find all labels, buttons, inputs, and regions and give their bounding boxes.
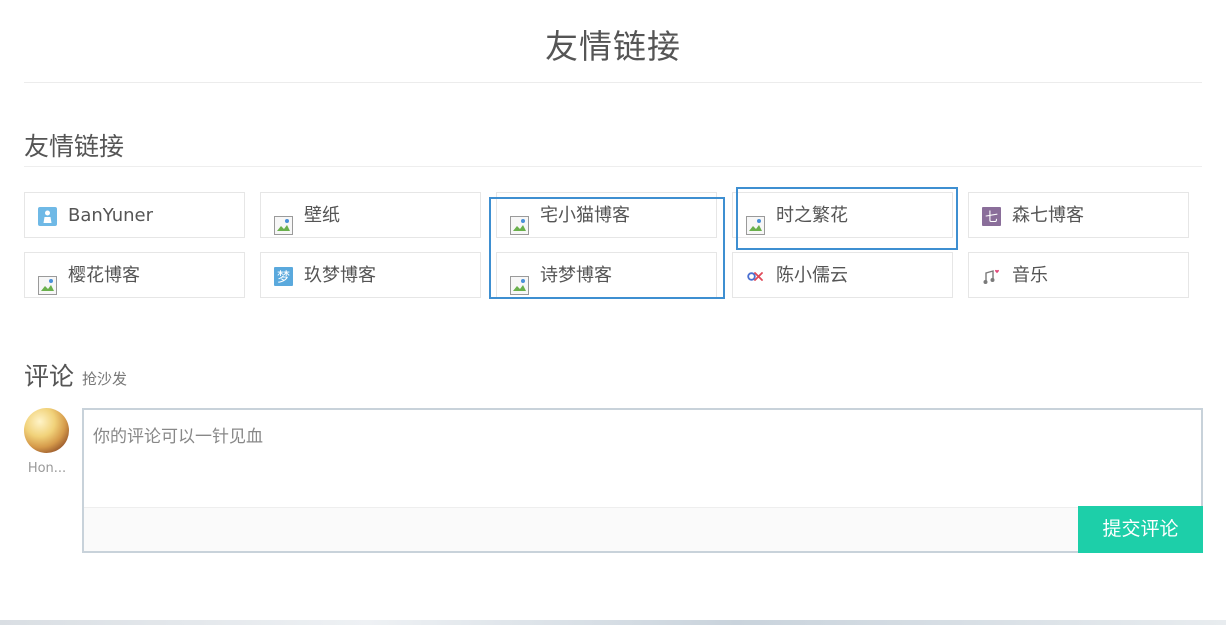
broken-image-icon (38, 276, 57, 295)
link-label: 宅小猫博客 (540, 205, 630, 226)
broken-image-icon (510, 216, 529, 235)
link-label: 音乐 (1012, 265, 1048, 286)
link-label: 时之繁花 (776, 205, 848, 226)
link-card-music[interactable]: 音乐 (968, 252, 1189, 298)
title-divider (24, 82, 1202, 83)
seven-char-icon: 七 (982, 207, 1001, 226)
link-card-shimeng[interactable]: 诗梦博客 (496, 252, 717, 298)
link-label: 壁纸 (304, 205, 340, 226)
avatar-username: Hon... (27, 461, 67, 476)
comment-box (82, 408, 1203, 553)
comment-footer (84, 507, 1201, 551)
friend-links-grid: BanYuner 壁纸 宅小猫博客 时之繁花 七 森七博客 樱花博客 梦 玖梦博… (24, 187, 1190, 300)
broken-image-icon (274, 216, 293, 235)
svg-text:梦: 梦 (277, 271, 290, 286)
broken-image-icon (510, 276, 529, 295)
comment-input[interactable] (84, 410, 1201, 507)
link-label: 诗梦博客 (540, 265, 612, 286)
comment-section-title: 评论 (24, 362, 75, 391)
link-card-senqi[interactable]: 七 森七博客 (968, 192, 1189, 238)
link-card-jiumeng[interactable]: 梦 玖梦博客 (260, 252, 481, 298)
link-label: 玖梦博客 (304, 265, 376, 286)
bottom-background-strip (0, 620, 1226, 625)
svg-text:七: 七 (985, 211, 998, 226)
links-section-title: 友情链接 (24, 132, 125, 161)
music-note-icon (983, 269, 999, 284)
meng-char-icon: 梦 (274, 267, 293, 286)
broken-image-icon (746, 216, 765, 235)
page: 友情链接 友情链接 BanYuner 壁纸 宅小猫博客 时之繁花 七 森七博客 … (0, 0, 1226, 625)
link-label: 樱花博客 (68, 265, 140, 286)
page-title: 友情链接 (545, 27, 681, 66)
comment-section-subtitle: 抢沙发 (82, 370, 128, 388)
link-label: BanYuner (68, 205, 154, 226)
infinity-logo-icon (747, 272, 763, 281)
link-card-chenxiaoru[interactable]: 陈小儒云 (732, 252, 953, 298)
link-card-shizhifanhua[interactable]: 时之繁花 (732, 192, 953, 238)
person-icon (38, 207, 57, 226)
link-card-zhaixiaomao[interactable]: 宅小猫博客 (496, 192, 717, 238)
link-card-wallpaper[interactable]: 壁纸 (260, 192, 481, 238)
section-divider (24, 166, 1202, 167)
link-card-banyuner[interactable]: BanYuner (24, 192, 245, 238)
avatar[interactable] (24, 408, 69, 453)
submit-comment-button[interactable]: 提交评论 (1078, 506, 1203, 553)
link-card-yinghua[interactable]: 樱花博客 (24, 252, 245, 298)
link-label: 森七博客 (1012, 205, 1084, 226)
link-label: 陈小儒云 (776, 265, 848, 286)
